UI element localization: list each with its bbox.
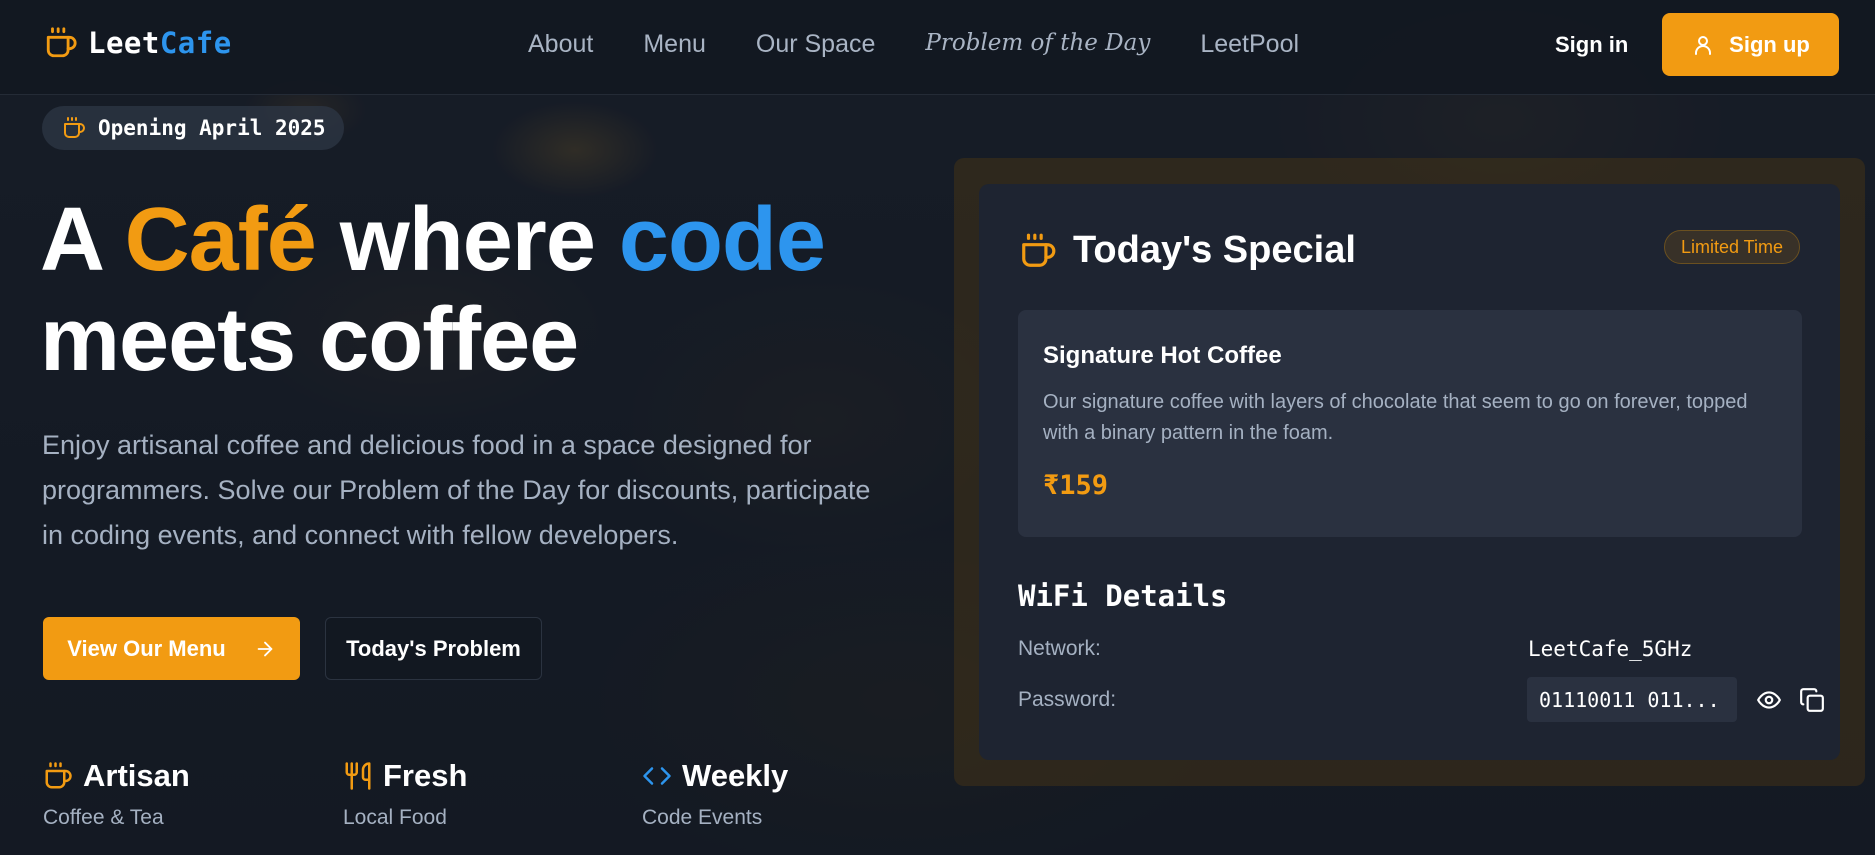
utensils-icon [343,761,373,791]
wifi-network-value: LeetCafe_5GHz [1528,637,1693,661]
sign-up-button[interactable]: Sign up [1662,13,1839,76]
nav-leetpool[interactable]: LeetPool [1200,30,1299,59]
hero-title: A Café where code meets coffee [40,190,910,390]
coffee-cup-icon [43,761,73,791]
coffee-cup-icon [44,26,78,60]
wifi-password-label: Password: [1018,688,1117,711]
arrow-right-icon [254,638,276,660]
nav-about[interactable]: About [528,30,593,59]
feature-weekly: Weekly Code Events [642,758,788,830]
sign-up-label: Sign up [1729,31,1810,57]
feature-title: Fresh [383,758,468,793]
special-item-name: Signature Hot Coffee [1043,342,1282,369]
todays-problem-label: Today's Problem [346,635,521,661]
nav-our-space[interactable]: Our Space [756,30,876,59]
main-nav: About Menu Our Space Problem of the Day … [528,30,1349,59]
view-menu-button[interactable]: View Our Menu [43,617,300,680]
top-navbar: LeetCafe About Menu Our Space Problem of… [0,0,1875,95]
wifi-password-field[interactable]: 01110011 011... [1527,677,1737,722]
logo-leet: Leet [88,26,160,60]
feature-subtitle: Local Food [343,806,447,829]
feature-subtitle: Code Events [642,806,763,829]
special-item-description: Our signature coffee with layers of choc… [1043,391,1748,444]
code-icon [642,761,672,791]
feature-subtitle: Coffee & Tea [43,806,164,829]
logo-cafe: Cafe [159,26,232,60]
copy-icon[interactable] [1799,687,1825,713]
hero-title-code: code [618,190,826,290]
hero-title-cafe: Café [124,190,317,290]
feature-artisan: Artisan Coffee & Tea [43,758,190,830]
wifi-title: WiFi Details [1018,579,1228,613]
special-item-price: ₹159 [1043,470,1109,501]
coffee-cup-icon [1019,232,1057,270]
opening-badge-text: Opening April 2025 [98,116,326,140]
hero-description: Enjoy artisanal coffee and delicious foo… [42,430,871,550]
card-title: Today's Special [1073,229,1356,271]
opening-badge: Opening April 2025 [42,106,344,150]
todays-special-card: Today's Special Limited Time Signature H… [979,184,1840,760]
logo-text: LeetCafe [88,26,232,60]
eye-icon[interactable] [1756,687,1782,713]
feature-title: Weekly [682,758,789,793]
view-menu-label: View Our Menu [67,635,226,661]
card-header: Today's Special [1019,229,1356,272]
sign-in-link[interactable]: Sign in [1555,32,1628,58]
feature-fresh: Fresh Local Food [343,758,467,830]
hero-title-where: where [339,190,596,290]
logo[interactable]: LeetCafe [44,26,232,60]
nav-menu[interactable]: Menu [643,30,706,59]
todays-problem-button[interactable]: Today's Problem [325,617,542,680]
limited-time-badge: Limited Time [1663,230,1800,264]
wifi-network-label: Network: [1018,637,1101,660]
coffee-cup-icon [62,116,86,140]
special-item: Signature Hot Coffee Our signature coffe… [1018,310,1802,537]
nav-problem-of-the-day[interactable]: Problem of the Day [925,30,1150,59]
hero-title-a: A [40,190,102,290]
user-icon [1691,33,1715,57]
hero-title-line2: meets coffee [40,290,579,390]
feature-title: Artisan [83,758,190,793]
